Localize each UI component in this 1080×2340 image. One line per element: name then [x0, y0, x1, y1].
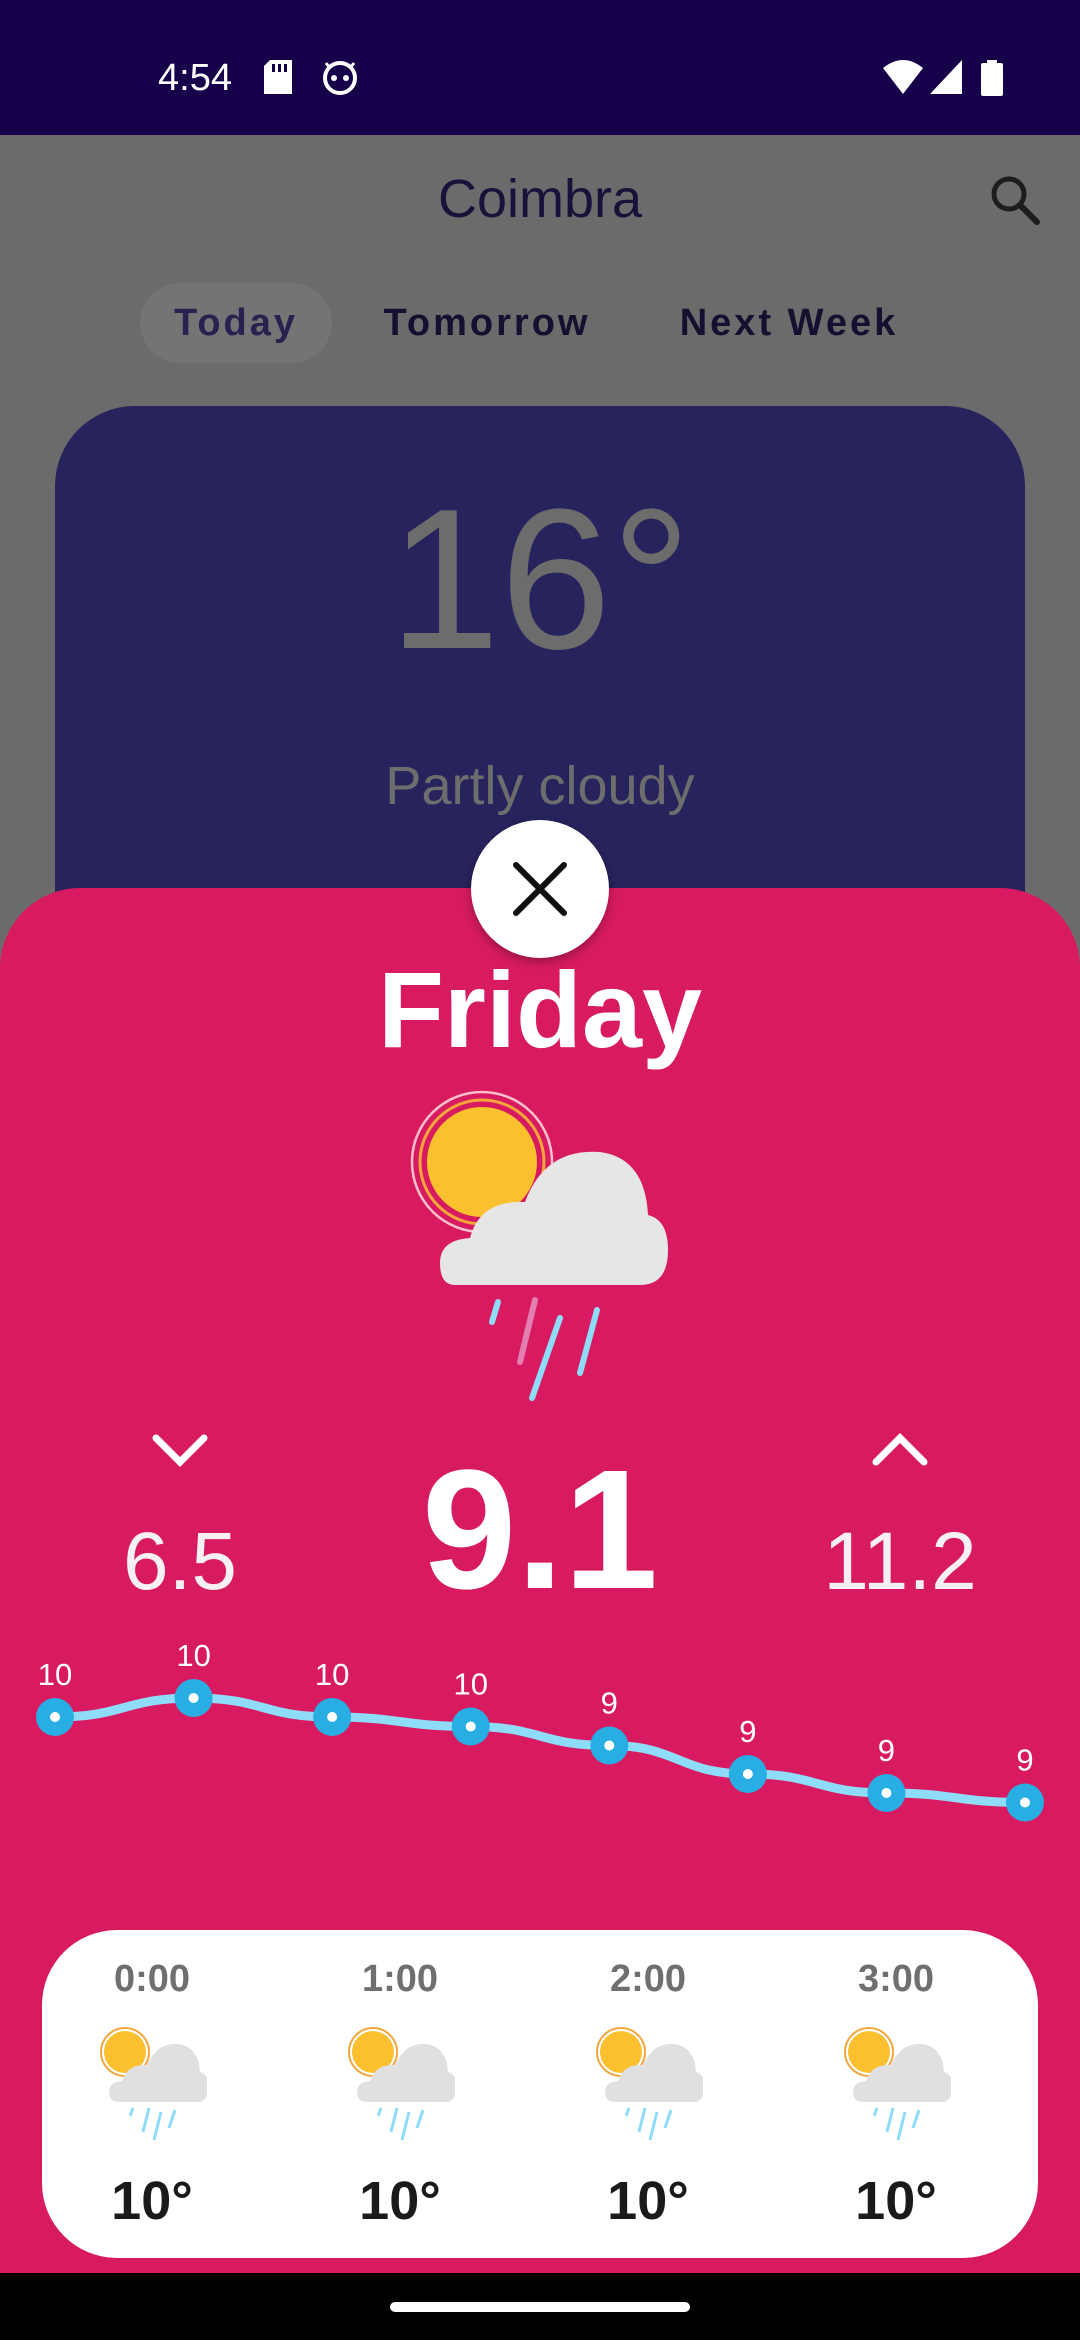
hourly-item[interactable]: 1:00 10° [290, 1930, 510, 2258]
today-temperature: 16° [388, 468, 692, 691]
temperature-point [1006, 1783, 1044, 1822]
city-title: Coimbra [437, 169, 643, 229]
hour-time: 0:00 [113, 1958, 191, 2000]
hour-temperature: 10° [359, 2171, 441, 2231]
temperature-line-chart: 10 10 10 10 9 9 9 9 [36, 1638, 1044, 1822]
hour-temperature: 10° [111, 2171, 193, 2231]
temperature-point [451, 1707, 490, 1746]
temperature-point-label: 10 [176, 1638, 210, 1673]
partly-cloudy-rain-icon [593, 2020, 705, 2155]
wifi-icon [883, 60, 923, 99]
hour-time: 3:00 [857, 1958, 935, 2000]
sd-card-icon [264, 60, 292, 99]
close-button[interactable] [471, 820, 609, 958]
hourly-item[interactable]: 0:00 10° [42, 1930, 262, 2258]
temperature-point [174, 1679, 213, 1717]
tab-tomorrow[interactable]: Tomorrow [372, 283, 602, 363]
hourly-item[interactable]: 2:00 10° [538, 1930, 758, 2258]
home-gesture-handle[interactable] [390, 2302, 690, 2312]
battery-icon [981, 60, 1003, 101]
temperature-point-label: 10 [453, 1667, 487, 1702]
partly-cloudy-rain-icon [400, 1090, 680, 1415]
hour-temperature: 10° [855, 2171, 937, 2231]
temperature-point [867, 1774, 906, 1812]
temperature-point [36, 1698, 74, 1736]
temperature-point [728, 1755, 767, 1793]
hour-time: 1:00 [361, 1958, 439, 2000]
cell-signal-icon [930, 60, 962, 99]
partly-cloudy-rain-icon [345, 2020, 457, 2155]
temperature-point [590, 1726, 629, 1765]
search-icon[interactable] [985, 170, 1045, 230]
temperature-point-label: 9 [601, 1686, 618, 1721]
temperature-point-label: 9 [878, 1733, 895, 1768]
debug-icon [322, 60, 358, 101]
hourly-forecast-card[interactable]: 0:00 10° 1:00 10° 2:00 10° 3:00 10° [42, 1930, 1038, 2258]
hour-temperature: 10° [607, 2171, 689, 2231]
status-time: 4:54 [158, 57, 232, 99]
temperature-point-label: 9 [1016, 1743, 1033, 1778]
tab-next-week[interactable]: Next Week [660, 283, 918, 363]
today-description: Partly cloudy [385, 756, 695, 816]
hour-time: 2:00 [609, 1958, 687, 2000]
tab-today[interactable]: Today [140, 283, 332, 363]
temperature-point-label: 9 [739, 1714, 756, 1749]
day-title: Friday [377, 949, 703, 1070]
temperature-point-label: 10 [38, 1657, 72, 1692]
hourly-item[interactable]: 3:00 10° [786, 1930, 1006, 2258]
temperature-point [313, 1698, 352, 1736]
max-temperature: 11.2 [823, 1516, 977, 1607]
temperature-point-label: 10 [315, 1657, 349, 1692]
partly-cloudy-rain-icon [841, 2020, 953, 2155]
close-icon [513, 862, 567, 916]
partly-cloudy-rain-icon [97, 2020, 209, 2155]
